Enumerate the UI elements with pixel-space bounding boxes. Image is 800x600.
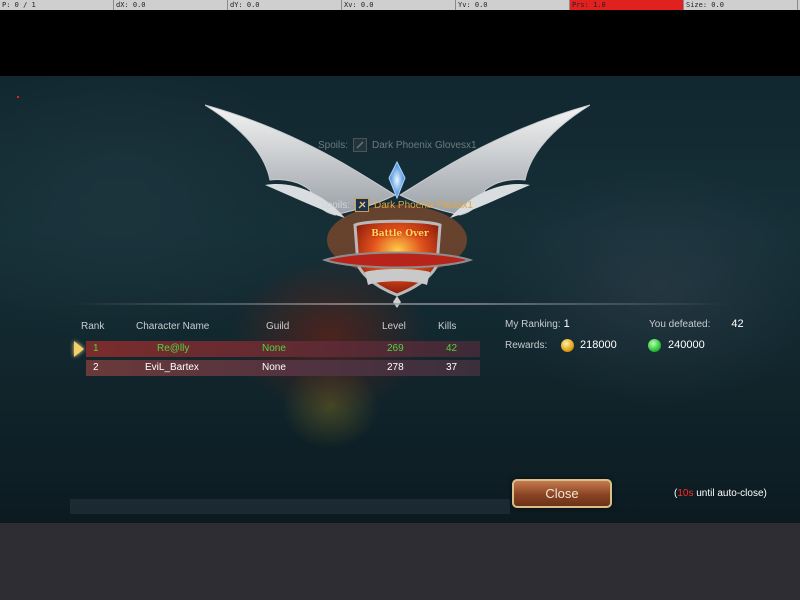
debug-pressure: Prs: 1.0 — [570, 0, 684, 10]
pants-item-icon[interactable] — [355, 198, 370, 212]
bottom-letterbox — [0, 523, 800, 600]
debug-yv: Yv: 0.0 — [456, 0, 570, 10]
spoils-item-name: Dark Phoenix Glovesx1 — [372, 139, 477, 151]
gold-reward-value: 218000 — [580, 339, 617, 351]
debug-pointer: P: 0 / 1 — [0, 0, 114, 10]
letterbox-top — [0, 10, 800, 76]
my-ranking-label: My Ranking: — [505, 319, 561, 330]
jade-reward-value: 240000 — [668, 339, 705, 351]
row-guild: None — [262, 343, 286, 354]
row-name: Re@lly — [157, 343, 190, 354]
my-ranking-value: 1 — [563, 318, 570, 330]
you-defeated: You defeated: 42 — [649, 318, 744, 330]
row-level: 278 — [387, 362, 404, 373]
row-name: EviL_Bartex — [145, 362, 199, 373]
you-defeated-value: 42 — [731, 318, 744, 330]
gloves-item-icon — [353, 138, 368, 152]
table-row[interactable]: 1 Re@lly None 269 42 — [86, 341, 480, 357]
countdown-text: until auto-close) — [693, 488, 767, 499]
my-ranking: My Ranking: 1 — [505, 318, 570, 330]
debug-dy: dY: 0.0 — [228, 0, 342, 10]
debug-size: Size: 0.0 — [684, 0, 798, 10]
panel-divider — [70, 303, 730, 305]
jade-coin-icon — [648, 339, 661, 352]
header-level: Level — [382, 321, 406, 332]
header-guild: Guild — [266, 321, 290, 332]
spoils-label: Spoils: — [320, 199, 351, 211]
rewards-label: Rewards: — [505, 340, 548, 351]
debug-dx: dX: 0.0 — [114, 0, 228, 10]
row-rank: 1 — [93, 343, 99, 354]
table-row[interactable]: 2 EviL_Bartex None 278 37 — [86, 360, 480, 376]
you-defeated-label: You defeated: — [649, 319, 711, 330]
debug-xv: Xv: 0.0 — [342, 0, 456, 10]
spoils-row-pants: Spoils: Dark Phoenix Pantsx1 — [320, 198, 473, 212]
gold-coin-icon — [561, 339, 574, 352]
countdown-seconds: 10s — [677, 488, 694, 499]
header-character-name: Character Name — [136, 321, 210, 332]
spoils-item-name: Dark Phoenix Pantsx1 — [374, 199, 473, 211]
row-kills: 37 — [446, 362, 458, 373]
row-level: 269 — [387, 343, 404, 354]
row-guild: None — [262, 362, 286, 373]
panel-bottom-bar — [70, 499, 510, 514]
marker-dot — [17, 96, 19, 98]
current-player-arrow-icon — [74, 341, 84, 357]
spoils-row-gloves: Spoils: Dark Phoenix Glovesx1 — [318, 138, 477, 152]
close-button[interactable]: Close — [512, 479, 612, 508]
spoils-label: Spoils: — [318, 139, 349, 151]
debug-bar: P: 0 / 1 dX: 0.0 dY: 0.0 Xv: 0.0 Yv: 0.0… — [0, 0, 800, 10]
battle-over-banner: Battle Over — [371, 229, 429, 239]
auto-close-countdown: (10s until auto-close) — [674, 488, 767, 499]
header-kills: Kills — [438, 321, 457, 332]
row-kills: 42 — [446, 343, 458, 354]
header-rank: Rank — [81, 321, 105, 332]
row-rank: 2 — [93, 362, 99, 373]
